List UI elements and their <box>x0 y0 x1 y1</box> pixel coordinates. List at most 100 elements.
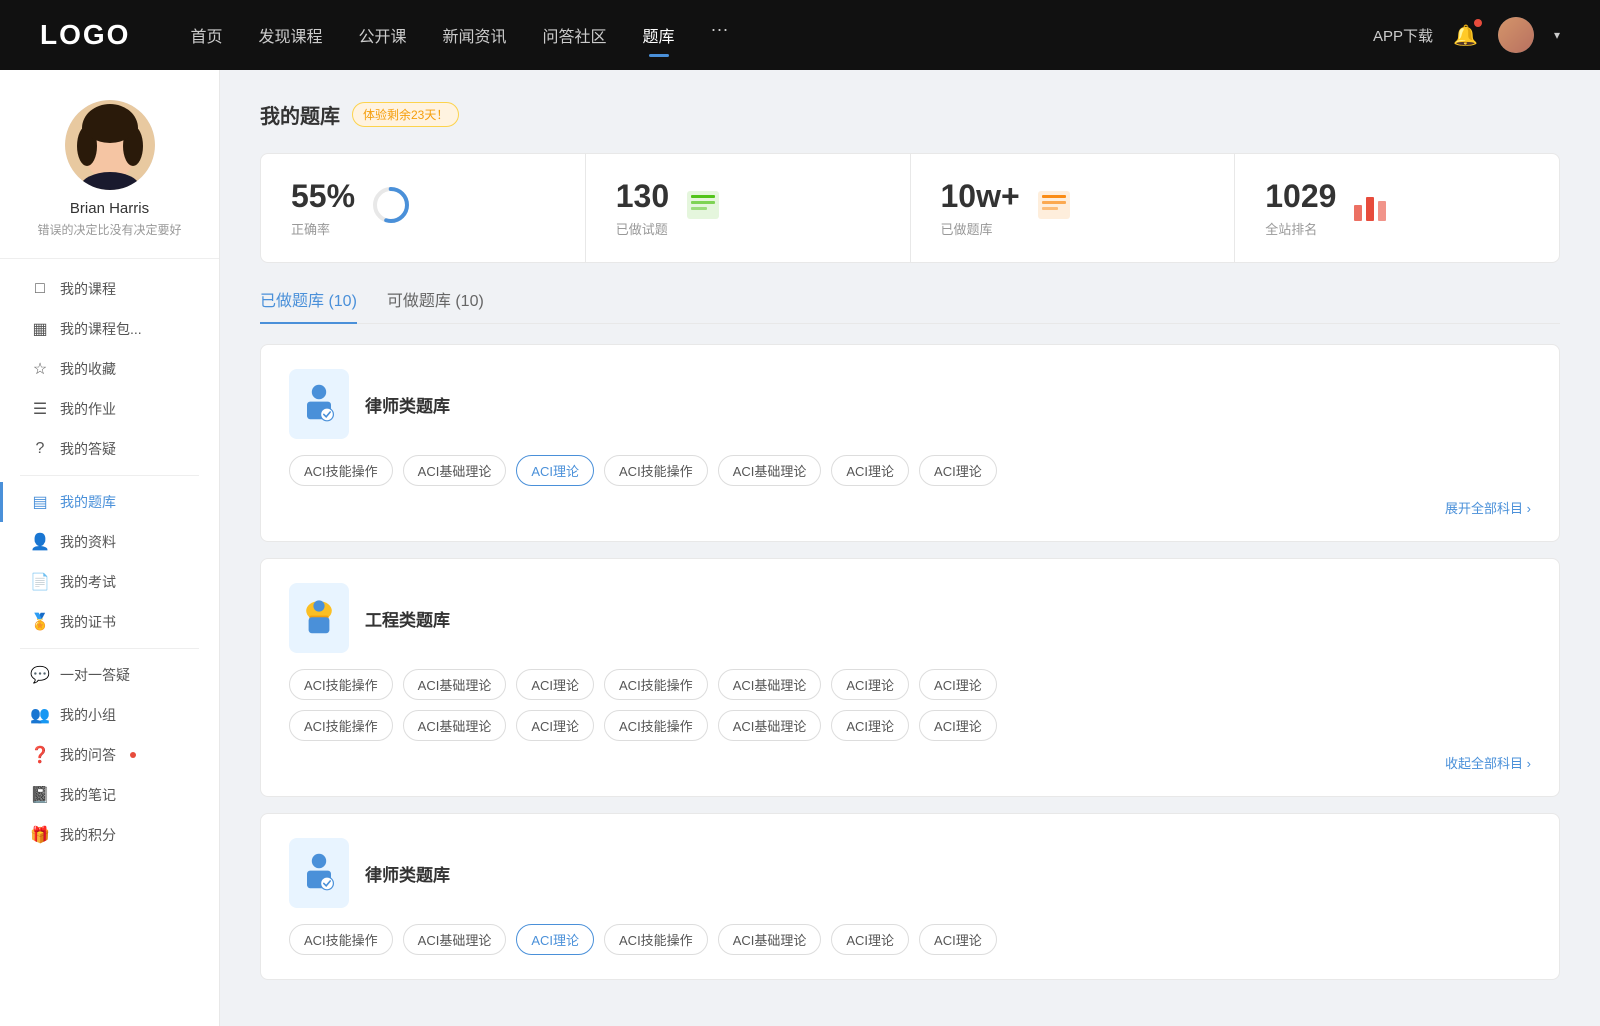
tag[interactable]: ACI理论 <box>831 924 909 955</box>
sidebar-item-label: 我的答疑 <box>60 439 116 459</box>
tag[interactable]: ACI基础理论 <box>718 710 822 741</box>
nav-open-course[interactable]: 公开课 <box>358 19 406 51</box>
page-header: 我的题库 体验剩余23天！ <box>260 100 1560 129</box>
banks-icon <box>1036 187 1072 230</box>
sidebar-item-label: 我的课程包... <box>60 319 142 339</box>
nav-exam[interactable]: 题库 <box>643 19 675 51</box>
tag[interactable]: ACI技能操作 <box>604 710 708 741</box>
tag[interactable]: ACI技能操作 <box>604 455 708 486</box>
tag[interactable]: ACI理论 <box>831 710 909 741</box>
sidebar-item-my-bank[interactable]: ▤ 我的题库 <box>0 482 219 522</box>
engineer-bank-title: 工程类题库 <box>365 606 450 631</box>
course-icon: □ <box>30 280 50 298</box>
sidebar-item-my-course[interactable]: □ 我的课程 <box>0 269 219 309</box>
star-icon: ☆ <box>30 359 50 379</box>
expand-button[interactable]: 展开全部科目 › <box>1445 498 1531 517</box>
tag[interactable]: ACI技能操作 <box>604 669 708 700</box>
sidebar-item-label: 我的题库 <box>60 492 116 512</box>
sidebar-item-my-points[interactable]: 🎁 我的积分 <box>0 815 219 855</box>
nav-discover[interactable]: 发现课程 <box>258 19 322 51</box>
sidebar-item-one-on-one[interactable]: 💬 一对一答疑 <box>0 655 219 695</box>
sidebar-item-my-exam[interactable]: 📄 我的考试 <box>0 562 219 602</box>
tag[interactable]: ACI技能操作 <box>604 924 708 955</box>
logo[interactable]: LOGO <box>40 19 130 51</box>
tag[interactable]: ACI技能操作 <box>289 669 393 700</box>
sidebar-item-my-question[interactable]: ? 我的答疑 <box>0 429 219 469</box>
avatar[interactable] <box>1498 17 1534 53</box>
sidebar-item-my-notes[interactable]: 📓 我的笔记 <box>0 775 219 815</box>
tag-active[interactable]: ACI理论 <box>516 924 594 955</box>
sidebar-item-label: 我的积分 <box>60 825 116 845</box>
stat-questions-label: 已做试题 <box>616 219 669 238</box>
nav-home[interactable]: 首页 <box>190 19 222 51</box>
tag[interactable]: ACI基础理论 <box>403 924 507 955</box>
sidebar-menu: □ 我的课程 ▦ 我的课程包... ☆ 我的收藏 ☰ 我的作业 ? 我的答疑 ▤ <box>0 269 219 855</box>
profile-icon: 👤 <box>30 532 50 552</box>
tag[interactable]: ACI基础理论 <box>403 710 507 741</box>
questions-icon <box>685 187 721 230</box>
sidebar-item-my-homework[interactable]: ☰ 我的作业 <box>0 389 219 429</box>
sidebar-item-label: 我的收藏 <box>60 359 116 379</box>
sidebar-item-my-collection[interactable]: ☆ 我的收藏 <box>0 349 219 389</box>
tag[interactable]: ACI基础理论 <box>718 455 822 486</box>
nav-more[interactable]: ··· <box>711 19 729 51</box>
tag[interactable]: ACI理论 <box>831 669 909 700</box>
divider <box>20 475 199 476</box>
lawyer-bank-title-2: 律师类题库 <box>365 861 450 886</box>
content-area: 律师类题库 ACI技能操作 ACI基础理论 ACI理论 ACI技能操作 ACI基… <box>260 344 1560 996</box>
tag[interactable]: ACI理论 <box>919 710 997 741</box>
main-layout: Brian Harris 错误的决定比没有决定要好 □ 我的课程 ▦ 我的课程包… <box>0 0 1600 1026</box>
divider2 <box>20 648 199 649</box>
collapse-button[interactable]: 收起全部科目 › <box>1445 753 1531 772</box>
main-content: 我的题库 体验剩余23天！ 55% 正确率 <box>220 70 1600 1026</box>
group-icon: 👥 <box>30 705 50 725</box>
tag[interactable]: ACI理论 <box>516 710 594 741</box>
sidebar: Brian Harris 错误的决定比没有决定要好 □ 我的课程 ▦ 我的课程包… <box>0 70 220 1026</box>
sidebar-item-my-profile[interactable]: 👤 我的资料 <box>0 522 219 562</box>
lawyer-bank-tags-2: ACI技能操作 ACI基础理论 ACI理论 ACI技能操作 ACI基础理论 AC… <box>289 924 1531 955</box>
tag[interactable]: ACI基础理论 <box>403 455 507 486</box>
sidebar-username: Brian Harris <box>70 200 149 217</box>
chat-icon: 💬 <box>30 665 50 685</box>
tab-available[interactable]: 可做题库 (10) <box>387 287 484 323</box>
navbar-right: APP下载 🔔 ▾ <box>1373 17 1560 53</box>
bank-card-engineer: 工程类题库 ACI技能操作 ACI基础理论 ACI理论 ACI技能操作 ACI基… <box>260 558 1560 797</box>
profile-avatar[interactable] <box>65 100 155 190</box>
chevron-down-icon[interactable]: ▾ <box>1554 28 1560 42</box>
lawyer-bank-title: 律师类题库 <box>365 392 450 417</box>
tag[interactable]: ACI理论 <box>919 924 997 955</box>
tag[interactable]: ACI基础理论 <box>403 669 507 700</box>
tag[interactable]: ACI基础理论 <box>718 924 822 955</box>
cert-icon: 🏅 <box>30 612 50 632</box>
tag[interactable]: ACI技能操作 <box>289 455 393 486</box>
sidebar-item-label: 我的小组 <box>60 705 116 725</box>
sidebar-motto: 错误的决定比没有决定要好 <box>27 221 191 238</box>
stat-accuracy-value: 55% <box>291 178 355 215</box>
tag[interactable]: ACI基础理论 <box>718 669 822 700</box>
sidebar-item-label: 我的笔记 <box>60 785 116 805</box>
tabs-row: 已做题库 (10) 可做题库 (10) <box>260 287 1560 324</box>
tag[interactable]: ACI理论 <box>516 669 594 700</box>
nav-menu: 首页 发现课程 公开课 新闻资讯 问答社区 题库 ··· <box>190 19 1373 51</box>
sidebar-item-my-qa[interactable]: ❓ 我的问答 <box>0 735 219 775</box>
sidebar-item-my-cert[interactable]: 🏅 我的证书 <box>0 602 219 642</box>
sidebar-item-my-group[interactable]: 👥 我的小组 <box>0 695 219 735</box>
tag[interactable]: ACI技能操作 <box>289 924 393 955</box>
nav-news[interactable]: 新闻资讯 <box>443 19 507 51</box>
bank-card-lawyer-1: 律师类题库 ACI技能操作 ACI基础理论 ACI理论 ACI技能操作 ACI基… <box>260 344 1560 542</box>
lawyer-icon <box>289 369 349 439</box>
nav-qa[interactable]: 问答社区 <box>543 19 607 51</box>
app-download-button[interactable]: APP下载 <box>1373 25 1433 46</box>
tag[interactable]: ACI理论 <box>919 455 997 486</box>
bank-icon: ▤ <box>30 492 50 512</box>
tag[interactable]: ACI技能操作 <box>289 710 393 741</box>
stat-ranking: 1029 全站排名 <box>1235 154 1559 262</box>
notification-bell[interactable]: 🔔 <box>1453 23 1478 48</box>
package-icon: ▦ <box>30 319 50 339</box>
tag-active[interactable]: ACI理论 <box>516 455 594 486</box>
stat-questions: 130 已做试题 <box>586 154 911 262</box>
tag[interactable]: ACI理论 <box>831 455 909 486</box>
sidebar-item-my-package[interactable]: ▦ 我的课程包... <box>0 309 219 349</box>
tab-done[interactable]: 已做题库 (10) <box>260 287 357 323</box>
tag[interactable]: ACI理论 <box>919 669 997 700</box>
